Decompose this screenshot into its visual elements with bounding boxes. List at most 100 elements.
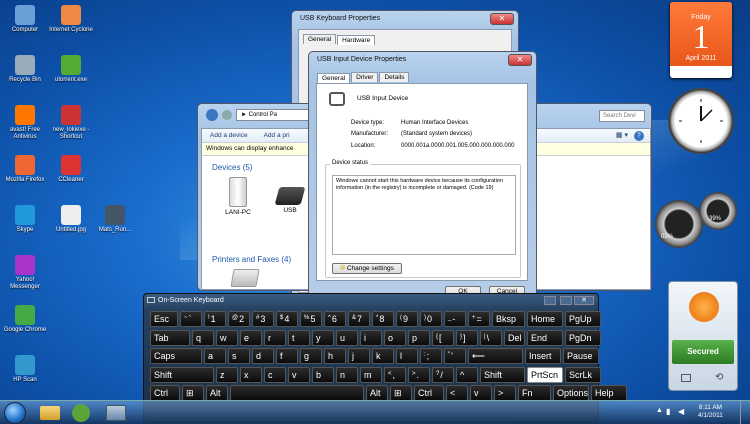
key[interactable]: z (216, 366, 238, 383)
key[interactable]: Home (527, 311, 563, 327)
desktop-icon[interactable]: Mats_Run... (92, 205, 138, 234)
key[interactable]: y (312, 329, 334, 346)
desktop-icon[interactable]: Untitled.jpg (48, 205, 94, 234)
maximize-button[interactable] (560, 296, 572, 305)
refresh-icon[interactable]: ⟲ (715, 372, 723, 383)
key[interactable]: += (468, 311, 490, 327)
key[interactable]: > (494, 385, 516, 401)
key[interactable]: b (312, 366, 334, 383)
key[interactable]: u (336, 329, 358, 346)
forward-icon[interactable] (222, 110, 232, 120)
key[interactable]: v (288, 366, 310, 383)
desktop-icon[interactable]: utorrent.exe (48, 55, 94, 84)
key[interactable]: f (276, 348, 298, 364)
key[interactable]: <, (384, 366, 406, 383)
tab-details[interactable]: Details (379, 72, 410, 82)
key[interactable]: m (360, 366, 382, 383)
key[interactable]: o (384, 329, 406, 346)
key[interactable]: Help (591, 385, 627, 401)
key[interactable]: ScrLk (565, 366, 601, 383)
key[interactable]: _- (444, 311, 466, 327)
key[interactable]: ^6 (324, 311, 346, 327)
desktop-icon[interactable]: Mozilla Firefox (2, 155, 48, 184)
start-button[interactable] (4, 402, 26, 424)
key[interactable]: :; (420, 348, 442, 364)
key[interactable]: Bksp (492, 311, 525, 327)
close-button[interactable]: ✕ (508, 54, 532, 66)
key[interactable]: i (360, 329, 382, 346)
close-button[interactable]: ✕ (490, 13, 514, 25)
key[interactable]: e (240, 329, 262, 346)
key[interactable]: h (324, 348, 346, 364)
key[interactable]: g (300, 348, 322, 364)
key[interactable]: $4 (276, 311, 298, 327)
key[interactable]: q (192, 329, 214, 346)
key[interactable]: ⊞ (390, 385, 412, 401)
key[interactable]: l (396, 348, 418, 364)
key[interactable]: ?/ (432, 366, 454, 383)
tab-hardware[interactable]: Hardware (337, 35, 376, 45)
key[interactable]: >. (408, 366, 430, 383)
key[interactable]: PrtScn (527, 366, 563, 383)
device-properties-dialog[interactable]: USB Input Device Properties ✕ General Dr… (308, 51, 537, 297)
computer-taskbar-icon[interactable] (106, 405, 126, 421)
key[interactable]: p (408, 329, 430, 346)
device-lani-pc[interactable]: LANI-PC (220, 177, 256, 216)
key[interactable]: j (348, 348, 370, 364)
help-icon[interactable]: ? (634, 131, 644, 141)
desktop-icon[interactable]: Computer (2, 5, 48, 34)
address-bar[interactable]: ► Control Pa (236, 109, 316, 121)
key[interactable]: Alt (366, 385, 388, 401)
device-status-text[interactable]: Windows cannot start this hardware devic… (332, 175, 516, 255)
change-settings-button[interactable]: ⛨ Change settings (332, 263, 402, 274)
back-icon[interactable] (206, 109, 218, 121)
key[interactable]: Caps (150, 348, 202, 364)
utorrent-taskbar-icon[interactable] (72, 404, 90, 422)
key[interactable]: {[ (432, 329, 454, 346)
key[interactable]: *8 (372, 311, 394, 327)
key[interactable]: c (264, 366, 286, 383)
key[interactable]: w (216, 329, 238, 346)
key[interactable]: Shift (150, 366, 214, 383)
minimize-button[interactable] (544, 296, 556, 305)
close-button[interactable]: ✕ (574, 296, 594, 305)
key[interactable]: Pause (563, 348, 599, 364)
device-usb[interactable]: USB (272, 177, 308, 214)
key[interactable]: "' (444, 348, 466, 364)
tab-general[interactable]: General (317, 73, 351, 83)
add-printer-button[interactable]: Add a pri (264, 129, 290, 142)
key[interactable]: x (240, 366, 262, 383)
key[interactable]: s (228, 348, 250, 364)
key[interactable]: |\ (480, 329, 502, 346)
key[interactable]: v (470, 385, 492, 401)
key[interactable]: ⟵ (468, 348, 523, 364)
key[interactable]: n (336, 366, 358, 383)
key[interactable]: ^ (456, 366, 478, 383)
key[interactable]: d (252, 348, 274, 364)
system-clock[interactable]: 8:11 AM 4/1/2011 (698, 404, 723, 420)
clock-gadget[interactable] (668, 88, 734, 154)
key[interactable]: t (288, 329, 310, 346)
key[interactable]: }] (456, 329, 478, 346)
key[interactable]: End (527, 329, 563, 346)
devices-header[interactable]: Devices (5) (212, 163, 252, 172)
key[interactable]: Shift (480, 366, 525, 383)
desktop-icon[interactable]: Google Chrome (2, 305, 48, 334)
view-options-icon[interactable]: ▦ ▾ (616, 129, 628, 142)
key[interactable]: Tab (150, 329, 190, 346)
key[interactable]: ~` (180, 311, 202, 327)
key[interactable]: Fn (518, 385, 551, 401)
desktop-icon[interactable]: HP Scan (2, 355, 48, 384)
key[interactable]: &7 (348, 311, 370, 327)
key[interactable]: Alt (206, 385, 228, 401)
key[interactable]: Ctrl (414, 385, 444, 401)
add-device-button[interactable]: Add a device (210, 129, 248, 142)
key[interactable]: PgDn (565, 329, 601, 346)
desktop-icon[interactable]: CCleaner (48, 155, 94, 184)
cpu-meter-gadget[interactable]: 02% 39% (655, 192, 747, 254)
show-desktop-button[interactable] (740, 401, 750, 424)
key[interactable]: !1 (204, 311, 226, 327)
key[interactable]: k (372, 348, 394, 364)
key[interactable]: (9 (396, 311, 418, 327)
tab-general[interactable]: General (303, 34, 337, 44)
